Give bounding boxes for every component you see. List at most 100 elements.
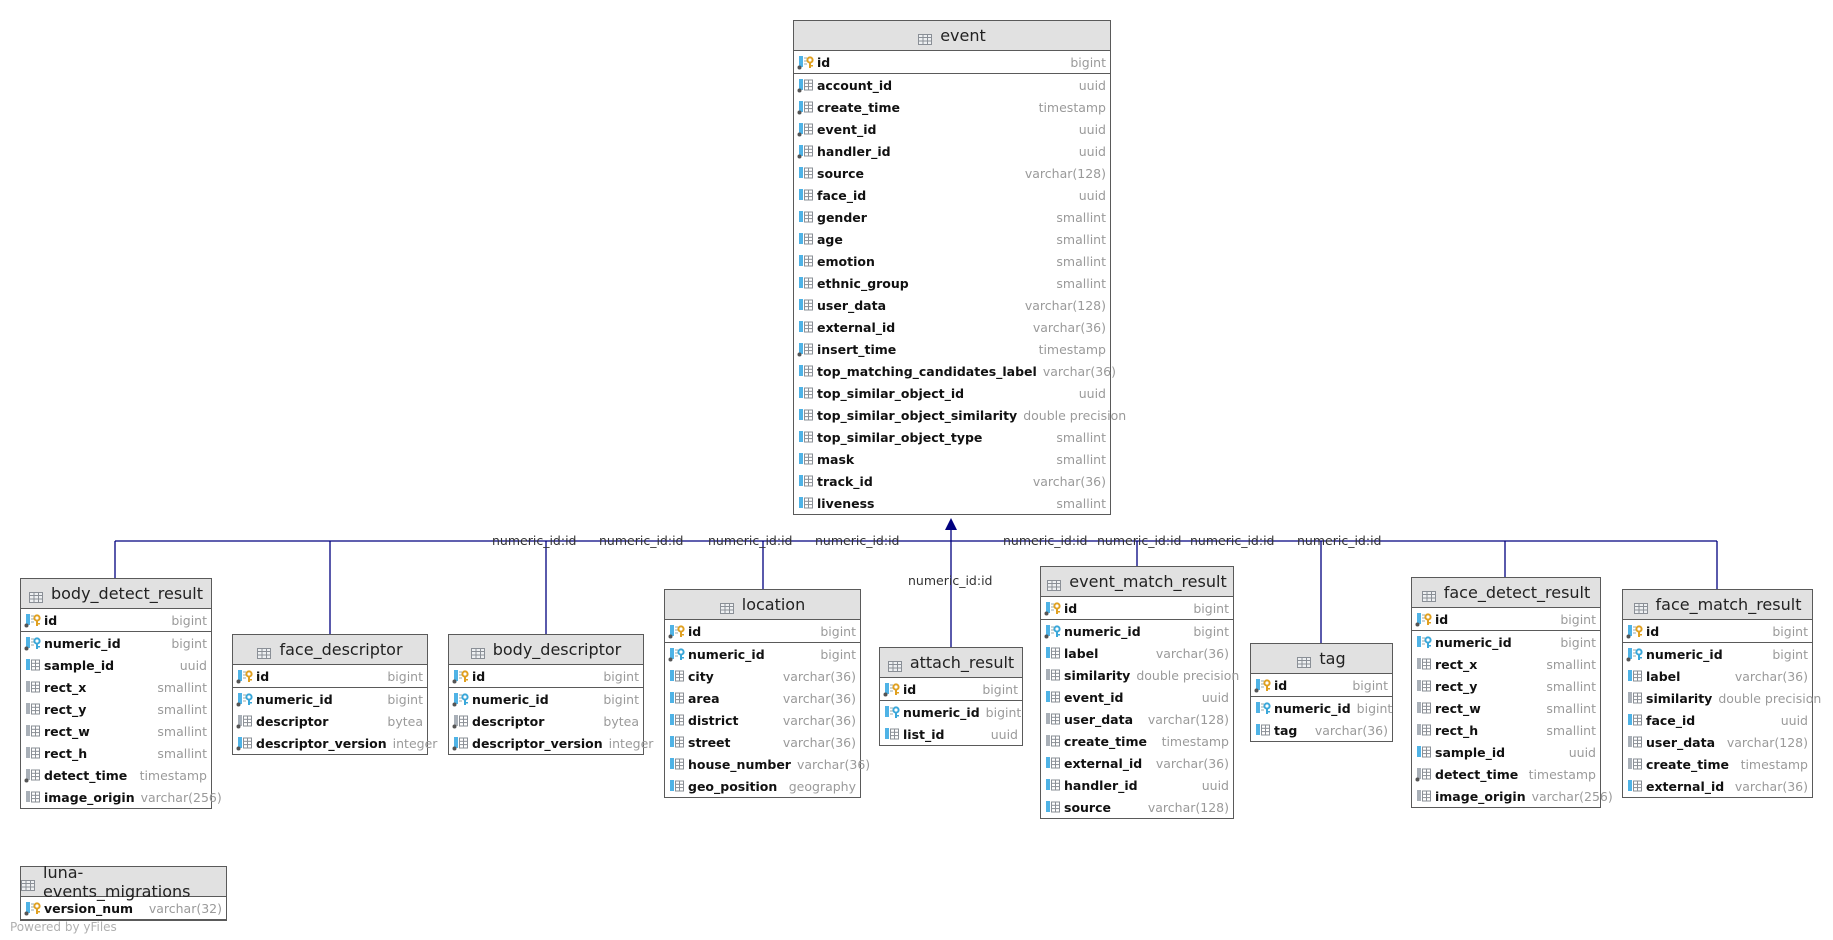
table-tag[interactable]: tag id bigint numeric_id bigint tag varchar(36… bbox=[1250, 643, 1393, 742]
column-row[interactable]: ethnic_group smallint bbox=[794, 272, 1110, 294]
table-header[interactable]: attach_result bbox=[880, 648, 1022, 678]
column-row[interactable]: top_similar_object_id uuid bbox=[794, 382, 1110, 404]
column-row[interactable]: create_time timestamp bbox=[1041, 730, 1233, 752]
column-row[interactable]: image_origin varchar(256) bbox=[1412, 785, 1613, 807]
table-header[interactable]: event bbox=[794, 21, 1110, 51]
column-row[interactable]: sample_id uuid bbox=[21, 654, 211, 676]
column-row[interactable]: handler_id uuid bbox=[794, 140, 1110, 162]
column-row[interactable]: handler_id uuid bbox=[1041, 774, 1233, 796]
column-row[interactable]: insert_time timestamp bbox=[794, 338, 1110, 360]
column-row[interactable]: rect_x smallint bbox=[1412, 653, 1600, 675]
column-row[interactable]: id bigint bbox=[1412, 608, 1600, 631]
column-row[interactable]: top_similar_object_similarity double prec… bbox=[794, 404, 1126, 426]
table-body-detect-result[interactable]: body_detect_result id bigint numeric_id bigi… bbox=[20, 578, 222, 809]
table-header[interactable]: face_match_result bbox=[1623, 590, 1812, 620]
column-row[interactable]: id bigint bbox=[665, 620, 860, 643]
column-row[interactable]: gender smallint bbox=[794, 206, 1110, 228]
table-header[interactable]: face_detect_result bbox=[1412, 578, 1600, 608]
column-row[interactable]: tag varchar(36) bbox=[1251, 719, 1392, 741]
column-row[interactable]: descriptor_version integer bbox=[449, 732, 653, 754]
table-header[interactable]: body_detect_result bbox=[21, 579, 211, 609]
column-row[interactable]: user_data varchar(128) bbox=[1623, 731, 1812, 753]
column-row[interactable]: id bigint bbox=[1623, 620, 1812, 643]
column-row[interactable]: rect_x smallint bbox=[21, 676, 211, 698]
column-row[interactable]: id bigint bbox=[21, 609, 211, 632]
table-header[interactable]: event_match_result bbox=[1041, 567, 1233, 597]
column-row[interactable]: numeric_id bigint bbox=[1251, 697, 1392, 719]
table-header[interactable]: body_descriptor bbox=[449, 635, 643, 665]
column-row[interactable]: label varchar(36) bbox=[1623, 665, 1812, 687]
column-row[interactable]: create_time timestamp bbox=[1623, 753, 1812, 775]
column-row[interactable]: top_similar_object_type smallint bbox=[794, 426, 1110, 448]
column-row[interactable]: rect_w smallint bbox=[21, 720, 211, 742]
column-row[interactable]: id bigint bbox=[233, 665, 427, 688]
column-row[interactable]: sample_id uuid bbox=[1412, 741, 1600, 763]
column-row[interactable]: id bigint bbox=[1041, 597, 1233, 620]
table-header[interactable]: tag bbox=[1251, 644, 1392, 674]
column-row[interactable]: area varchar(36) bbox=[665, 687, 860, 709]
column-row[interactable]: numeric_id bigint bbox=[1412, 631, 1600, 653]
column-row[interactable]: geo_position geography bbox=[665, 775, 860, 797]
column-row[interactable]: emotion smallint bbox=[794, 250, 1110, 272]
column-row[interactable]: external_id varchar(36) bbox=[794, 316, 1110, 338]
column-row[interactable]: face_id uuid bbox=[1623, 709, 1812, 731]
column-row[interactable]: numeric_id bigint bbox=[449, 688, 643, 710]
column-row[interactable]: numeric_id bigint bbox=[880, 701, 1022, 723]
column-row[interactable]: rect_w smallint bbox=[1412, 697, 1600, 719]
column-row[interactable]: id bigint bbox=[1251, 674, 1392, 697]
table-face-match-result[interactable]: face_match_result id bigint numeric_id bigin… bbox=[1622, 589, 1821, 798]
column-row[interactable]: descriptor bytea bbox=[233, 710, 427, 732]
column-row[interactable]: age smallint bbox=[794, 228, 1110, 250]
column-row[interactable]: city varchar(36) bbox=[665, 665, 860, 687]
column-row[interactable]: account_id uuid bbox=[794, 74, 1110, 96]
table-face-detect-result[interactable]: face_detect_result id bigint numeric_id bigi… bbox=[1411, 577, 1613, 808]
column-row[interactable]: district varchar(36) bbox=[665, 709, 860, 731]
column-row[interactable]: id bigint bbox=[449, 665, 643, 688]
column-row[interactable]: event_id uuid bbox=[794, 118, 1110, 140]
table-header[interactable]: face_descriptor bbox=[233, 635, 427, 665]
column-row[interactable]: user_data varchar(128) bbox=[1041, 708, 1233, 730]
column-row[interactable]: version_num varchar(32) bbox=[21, 897, 226, 920]
column-row[interactable]: image_origin varchar(256) bbox=[21, 786, 222, 808]
column-row[interactable]: descriptor_version integer bbox=[233, 732, 437, 754]
table-body-descriptor[interactable]: body_descriptor id bigint numeric_id bigint d… bbox=[448, 634, 653, 755]
column-row[interactable]: numeric_id bigint bbox=[1041, 620, 1233, 642]
table-location[interactable]: location id bigint numeric_id bigint city varc… bbox=[664, 589, 870, 798]
table-luna-events-migrations[interactable]: luna-events_migrations version_num varchar… bbox=[20, 863, 227, 921]
column-row[interactable]: source varchar(128) bbox=[794, 162, 1110, 184]
column-row[interactable]: source varchar(128) bbox=[1041, 796, 1233, 818]
column-row[interactable]: top_matching_candidates_label varchar(36) bbox=[794, 360, 1116, 382]
column-row[interactable]: numeric_id bigint bbox=[233, 688, 427, 710]
column-row[interactable]: mask smallint bbox=[794, 448, 1110, 470]
table-header[interactable]: luna-events_migrations bbox=[21, 863, 226, 901]
table-face-descriptor[interactable]: face_descriptor id bigint numeric_id bigint d… bbox=[232, 634, 437, 755]
column-row[interactable]: create_time timestamp bbox=[794, 96, 1110, 118]
column-row[interactable]: track_id varchar(36) bbox=[794, 470, 1110, 492]
column-row[interactable]: face_id uuid bbox=[794, 184, 1110, 206]
column-row[interactable]: external_id varchar(36) bbox=[1623, 775, 1812, 797]
column-row[interactable]: house_number varchar(36) bbox=[665, 753, 870, 775]
column-row[interactable]: liveness smallint bbox=[794, 492, 1110, 514]
column-row[interactable]: numeric_id bigint bbox=[1623, 643, 1812, 665]
column-row[interactable]: rect_h smallint bbox=[1412, 719, 1600, 741]
table-event-match-result[interactable]: event_match_result id bigint numeric_id bigi… bbox=[1040, 566, 1239, 819]
column-row[interactable]: rect_h smallint bbox=[21, 742, 211, 764]
column-row[interactable]: detect_time timestamp bbox=[21, 764, 211, 786]
column-row[interactable]: numeric_id bigint bbox=[21, 632, 211, 654]
column-row[interactable]: id bigint bbox=[794, 51, 1110, 74]
column-row[interactable]: event_id uuid bbox=[1041, 686, 1233, 708]
table-attach-result[interactable]: attach_result id bigint numeric_id bigint lis… bbox=[879, 647, 1023, 746]
table-header[interactable]: location bbox=[665, 590, 860, 620]
column-row[interactable]: rect_y smallint bbox=[1412, 675, 1600, 697]
column-row[interactable]: id bigint bbox=[880, 678, 1022, 701]
column-row[interactable]: similarity double precision bbox=[1041, 664, 1239, 686]
column-row[interactable]: list_id uuid bbox=[880, 723, 1022, 745]
column-row[interactable]: rect_y smallint bbox=[21, 698, 211, 720]
column-row[interactable]: external_id varchar(36) bbox=[1041, 752, 1233, 774]
column-row[interactable]: label varchar(36) bbox=[1041, 642, 1233, 664]
column-row[interactable]: numeric_id bigint bbox=[665, 643, 860, 665]
column-row[interactable]: detect_time timestamp bbox=[1412, 763, 1600, 785]
column-row[interactable]: user_data varchar(128) bbox=[794, 294, 1110, 316]
table-event[interactable]: event id bigint account_id uuid create_time ti… bbox=[793, 20, 1126, 515]
column-row[interactable]: street varchar(36) bbox=[665, 731, 860, 753]
